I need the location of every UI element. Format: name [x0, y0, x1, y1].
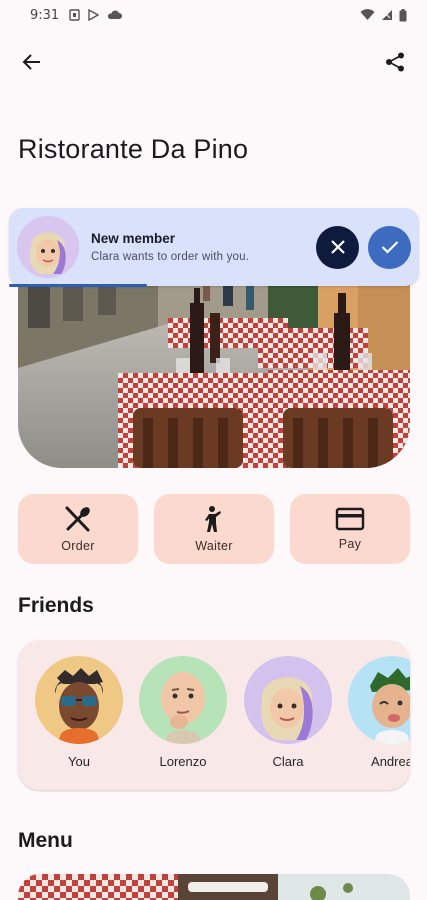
battery-icon	[399, 8, 407, 21]
close-icon	[330, 240, 345, 254]
status-time: 9:31	[30, 7, 60, 23]
credit-card-icon	[335, 507, 365, 531]
waiter-label: Waiter	[195, 539, 233, 553]
page-title: Ristorante Da Pino	[18, 134, 249, 164]
check-icon	[381, 241, 398, 254]
restaurant-photo	[18, 258, 410, 468]
friend-you[interactable]: You	[35, 656, 123, 769]
menu-preview-image[interactable]	[18, 874, 410, 900]
avatar	[348, 656, 410, 744]
banner-message: Clara wants to order with you.	[91, 251, 250, 263]
avatar	[35, 656, 123, 744]
friend-name: Lorenzo	[159, 754, 207, 769]
accept-button[interactable]	[368, 225, 411, 269]
avatar	[139, 656, 227, 744]
friend-andrea[interactable]: Andrea	[348, 656, 410, 769]
avatar	[244, 656, 332, 744]
dismiss-button[interactable]	[316, 225, 359, 269]
arrow-back-icon	[22, 54, 40, 70]
order-button[interactable]: Order	[18, 494, 138, 564]
pay-label: Pay	[338, 537, 362, 551]
share-button[interactable]	[381, 48, 409, 76]
waiter-icon	[205, 506, 221, 532]
back-button[interactable]	[18, 48, 46, 76]
pay-button[interactable]: Pay	[290, 494, 410, 564]
clara-avatar	[17, 216, 79, 278]
friend-clara[interactable]: Clara	[244, 656, 332, 769]
action-row: Order Waiter Pay	[18, 494, 410, 564]
status-bar: 9:31	[0, 0, 427, 30]
restaurant-icon	[65, 506, 90, 532]
new-member-banner: New member Clara wants to order with you…	[9, 208, 419, 286]
share-icon	[386, 52, 404, 72]
banner-timer-progress	[9, 284, 147, 287]
banner-title: New member	[91, 231, 176, 246]
play-store-icon	[88, 9, 100, 21]
waiter-button[interactable]: Waiter	[154, 494, 274, 564]
top-app-bar	[0, 40, 427, 84]
friends-heading: Friends	[18, 594, 94, 617]
cloud-icon	[108, 10, 123, 19]
friend-name: Andrea	[371, 754, 410, 769]
friends-card: You Lorenzo Clara Andrea	[18, 640, 410, 790]
order-label: Order	[61, 539, 95, 553]
friend-name: You	[68, 754, 90, 769]
signal-icon	[382, 10, 392, 20]
friend-lorenzo[interactable]: Lorenzo	[139, 656, 227, 769]
wifi-icon	[360, 9, 375, 20]
sim-card-icon	[69, 9, 80, 21]
menu-heading: Menu	[18, 829, 73, 852]
friend-name: Clara	[272, 754, 304, 769]
